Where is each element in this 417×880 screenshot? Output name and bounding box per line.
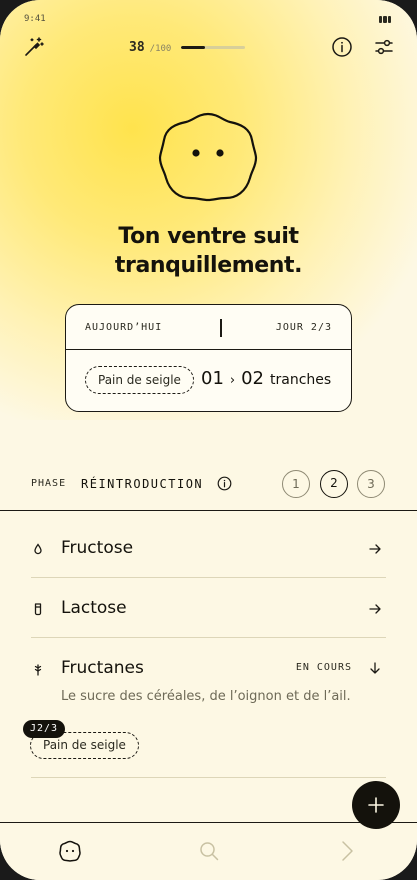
day-tag-badge: J2/3 — [23, 720, 66, 738]
arrow-right-icon[interactable] — [368, 541, 382, 555]
group-title: Lactose — [61, 598, 127, 618]
phase-name: RÉINTRODUCTION — [81, 477, 204, 491]
status-headline: Ton ventre suit tranquillement. — [40, 222, 377, 280]
today-card-header: AUJOURD’HUI JOUR 2/3 — [66, 305, 351, 350]
headline-line-2: tranquillement. — [114, 253, 303, 278]
phase-step-3[interactable]: 3 — [357, 470, 385, 498]
top-bar: 38 /100 — [0, 30, 417, 66]
belly-mascot-icon — [158, 112, 258, 202]
mascot-icon — [59, 840, 81, 862]
tab-next[interactable] — [336, 839, 360, 863]
today-label: AUJOURD’HUI — [85, 322, 163, 333]
list-item-lactose[interactable]: Lactose — [31, 578, 386, 638]
score: 38 /100 — [129, 40, 171, 55]
phase-row: PHASE RÉINTRODUCTION 1 2 3 — [0, 466, 417, 504]
today-card[interactable]: AUJOURD’HUI JOUR 2/3 Pain de seigle 01 ›… — [65, 304, 352, 412]
phase-step-2[interactable]: 2 — [320, 470, 348, 498]
tab-home[interactable] — [58, 839, 82, 863]
portion-unit: tranches — [270, 372, 332, 388]
status-time: 9:41 — [24, 14, 46, 24]
settings-sliders-icon[interactable] — [373, 36, 395, 58]
droplet-icon — [31, 541, 45, 555]
fodmap-group-list: Fructose Lactose Fructanes EN COURS Le s… — [0, 511, 417, 823]
day-counter: JOUR 2/3 — [275, 322, 332, 333]
score-max: /100 — [149, 44, 172, 54]
add-button[interactable] — [352, 781, 400, 829]
plus-icon — [368, 797, 384, 813]
wheat-icon — [31, 661, 45, 676]
header-divider — [220, 319, 222, 337]
group-description: Le sucre des céréales, de l’oignon et de… — [61, 689, 351, 704]
magic-wand-icon[interactable] — [23, 36, 45, 58]
list-item-fructose[interactable]: Fructose — [31, 516, 386, 578]
score-value: 38 — [129, 40, 145, 55]
food-pill[interactable]: Pain de seigle — [85, 366, 194, 394]
portion-to: 02 — [241, 368, 265, 389]
portion-chevron-icon: › — [229, 373, 236, 388]
tab-bar — [0, 822, 417, 880]
search-icon — [200, 842, 219, 861]
chevron-right-icon — [342, 841, 353, 861]
arrow-right-icon[interactable] — [368, 601, 382, 615]
group-title: Fructanes — [61, 658, 144, 678]
app-screen: 9:41 38 /100 Ton ventre suit tranquillem… — [0, 0, 417, 880]
portion-from: 01 — [201, 368, 224, 389]
portion: 01 › 02 tranches — [201, 368, 331, 389]
phase-label: PHASE — [31, 478, 67, 489]
status-bar: 9:41 — [0, 0, 417, 30]
phase-step-1[interactable]: 1 — [282, 470, 310, 498]
group-title: Fructose — [61, 538, 134, 558]
tab-search[interactable] — [197, 839, 221, 863]
score-progress-fill — [181, 46, 206, 49]
arrow-down-icon[interactable] — [368, 660, 382, 674]
today-card-body: Pain de seigle 01 › 02 tranches — [66, 350, 351, 411]
score-progress-bar — [181, 46, 245, 49]
status-badge: EN COURS — [295, 662, 352, 673]
phase-info-icon[interactable] — [217, 476, 232, 491]
battery-icon — [379, 16, 391, 23]
headline-line-1: Ton ventre suit — [118, 224, 299, 249]
info-icon[interactable] — [331, 36, 353, 58]
milk-glass-icon — [31, 601, 45, 616]
